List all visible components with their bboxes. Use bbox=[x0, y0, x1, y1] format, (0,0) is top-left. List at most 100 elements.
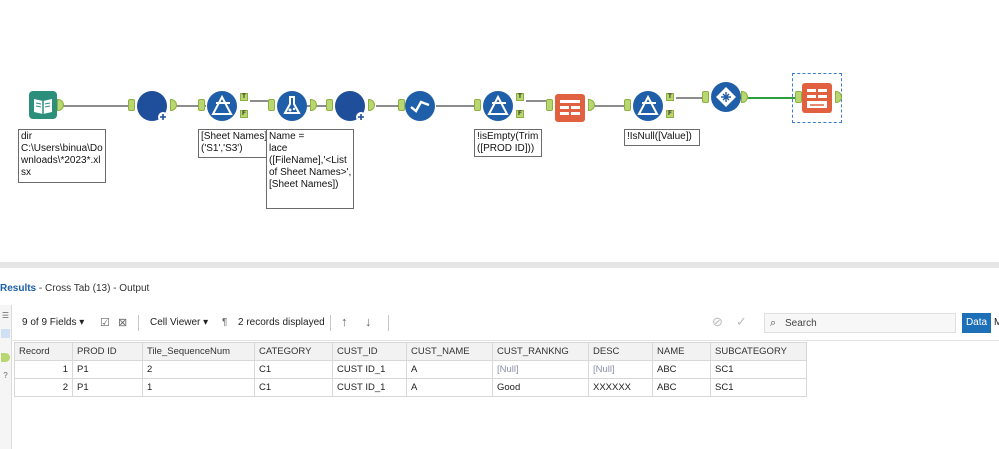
arrow-down-icon[interactable]: ↓ bbox=[365, 314, 372, 329]
table-cell[interactable]: CUST ID_1 bbox=[332, 360, 407, 379]
input-annotation[interactable]: dir C:\Users\binua\Do wnloads\*2023*.xl … bbox=[18, 129, 106, 183]
false-anchor[interactable]: F bbox=[240, 110, 248, 118]
workflow-canvas[interactable]: T F [Sheet Names] IN ('S1','S3') Name = … bbox=[0, 0, 999, 262]
append-fields-tool[interactable] bbox=[136, 90, 168, 122]
data-tab-button[interactable]: Data bbox=[962, 313, 991, 333]
menu-icon[interactable]: ☰ bbox=[1, 311, 10, 320]
fields-label: 9 of 9 Fields bbox=[22, 317, 77, 328]
column-header[interactable]: CUST_ID bbox=[332, 342, 407, 361]
table-cell[interactable]: 1 bbox=[14, 360, 73, 379]
select-tool[interactable] bbox=[404, 90, 436, 122]
column-header[interactable]: CUST_NAME bbox=[406, 342, 493, 361]
pilcrow-icon[interactable]: ¶ bbox=[222, 317, 227, 328]
output-anchor[interactable] bbox=[57, 99, 64, 111]
column-header[interactable]: Record bbox=[14, 342, 73, 361]
table-cell[interactable]: A bbox=[406, 378, 493, 397]
append-fields-tool-2[interactable] bbox=[334, 90, 366, 122]
column-header[interactable]: CATEGORY bbox=[254, 342, 333, 361]
column-header[interactable]: DESC bbox=[588, 342, 653, 361]
connector bbox=[60, 105, 130, 107]
metadata-tab-button[interactable]: M bbox=[994, 313, 999, 333]
input-anchor[interactable] bbox=[702, 91, 709, 103]
output-anchor-icon[interactable] bbox=[1, 353, 10, 362]
false-anchor[interactable]: F bbox=[666, 110, 674, 118]
selected-connector[interactable] bbox=[740, 97, 798, 99]
input-anchor[interactable] bbox=[326, 99, 333, 111]
input-anchor[interactable] bbox=[128, 99, 135, 111]
arrow-up-icon[interactable]: ↑ bbox=[341, 314, 348, 329]
column-header[interactable]: Tile_SequenceNum bbox=[142, 342, 255, 361]
column-header[interactable]: PROD ID bbox=[72, 342, 143, 361]
table-cell[interactable]: [Null] bbox=[492, 360, 589, 379]
input-anchor[interactable] bbox=[546, 99, 553, 111]
output-anchor[interactable] bbox=[835, 91, 842, 103]
table-cell[interactable]: 1 bbox=[142, 378, 255, 397]
output-anchor[interactable] bbox=[170, 99, 177, 111]
append-fields-icon bbox=[335, 91, 366, 122]
table-cell[interactable]: XXXXXX bbox=[588, 378, 653, 397]
table-cell[interactable]: SC1 bbox=[710, 378, 807, 397]
column-header[interactable]: SUBCATEGORY bbox=[710, 342, 807, 361]
filter-3-annotation[interactable]: !IsNull([Value]) bbox=[624, 129, 700, 146]
table-cell[interactable]: CUST ID_1 bbox=[332, 378, 407, 397]
table-cell[interactable]: C1 bbox=[254, 360, 333, 379]
fields-dropdown[interactable]: 9 of 9 Fields ▾ bbox=[22, 317, 84, 328]
filter-tool-2[interactable] bbox=[482, 90, 514, 122]
edit-check-icon[interactable]: ☑ bbox=[100, 316, 110, 329]
output-anchor[interactable] bbox=[588, 99, 595, 111]
formula-flask-icon bbox=[277, 91, 307, 121]
input-anchor[interactable] bbox=[198, 99, 205, 111]
output-anchor[interactable] bbox=[310, 99, 317, 111]
filter-1-annotation[interactable]: [Sheet Names] IN ('S1','S3') bbox=[198, 129, 280, 158]
pane-divider[interactable] bbox=[0, 262, 999, 268]
filter-tool-3[interactable] bbox=[632, 90, 664, 122]
toolbar-separator bbox=[330, 315, 331, 331]
true-anchor[interactable]: T bbox=[240, 93, 248, 101]
records-displayed: 2 records displayed bbox=[238, 317, 325, 328]
output-anchor[interactable] bbox=[741, 91, 748, 103]
output-anchor[interactable] bbox=[368, 99, 375, 111]
table-cell[interactable]: P1 bbox=[72, 360, 143, 379]
filter-2-annotation[interactable]: !isEmpty(Trim ([PROD ID])) bbox=[474, 129, 542, 157]
cross-tab-tool-selected[interactable] bbox=[792, 73, 842, 123]
table-row[interactable]: 2 P1 1 C1 CUST ID_1 A Good XXXXXX ABC SC… bbox=[14, 378, 807, 397]
clear-icon[interactable]: ⊠ bbox=[118, 316, 127, 329]
connector bbox=[592, 105, 628, 107]
table-cell[interactable]: P1 bbox=[72, 378, 143, 397]
formula-tool[interactable] bbox=[276, 90, 308, 122]
help-icon[interactable]: ? bbox=[1, 371, 10, 380]
filter-tool-1[interactable] bbox=[206, 90, 238, 122]
input-anchor[interactable] bbox=[624, 99, 631, 111]
table-cell[interactable]: ABC bbox=[652, 378, 711, 397]
table-cell[interactable]: ABC bbox=[652, 360, 711, 379]
formula-annotation[interactable]: Name = lace ([FileName],'<List of Sheet … bbox=[266, 129, 354, 209]
directory-input-tool[interactable] bbox=[28, 90, 58, 120]
column-header[interactable]: CUST_RANKNG bbox=[492, 342, 589, 361]
table-cell[interactable]: C1 bbox=[254, 378, 333, 397]
table-view-icon[interactable] bbox=[1, 329, 10, 338]
false-anchor[interactable]: F bbox=[516, 110, 524, 118]
input-anchor[interactable] bbox=[474, 99, 481, 111]
apply-check-icon[interactable]: ✓ bbox=[736, 314, 747, 330]
results-title: Results - Cross Tab (13) - Output bbox=[0, 283, 149, 294]
results-toolbar: 9 of 9 Fields ▾ ☑ ⊠ Cell Viewer ▾ ¶ 2 re… bbox=[12, 305, 999, 341]
results-title-prefix: Results bbox=[0, 283, 37, 294]
column-header[interactable]: NAME bbox=[652, 342, 711, 361]
table-cell[interactable]: [Null] bbox=[588, 360, 653, 379]
table-cell[interactable]: SC1 bbox=[710, 360, 807, 379]
table-cell[interactable]: Good bbox=[492, 378, 589, 397]
true-anchor[interactable]: T bbox=[666, 93, 674, 101]
table-cell[interactable]: A bbox=[406, 360, 493, 379]
text-to-columns-icon bbox=[555, 94, 585, 122]
results-side-toolbar: ☰ ? bbox=[0, 305, 12, 449]
cancel-icon[interactable]: ⊘ bbox=[712, 314, 723, 330]
cell-viewer-dropdown[interactable]: Cell Viewer ▾ bbox=[150, 317, 208, 328]
transpose-tool[interactable] bbox=[710, 81, 742, 113]
table-row[interactable]: 1 P1 2 C1 CUST ID_1 A [Null] [Null] ABC … bbox=[14, 360, 807, 379]
search-input[interactable]: ⌕ Search bbox=[764, 313, 956, 333]
table-cell[interactable]: 2 bbox=[142, 360, 255, 379]
true-anchor[interactable]: T bbox=[516, 93, 524, 101]
text-to-columns-tool[interactable] bbox=[554, 93, 586, 123]
table-cell[interactable]: 2 bbox=[14, 378, 73, 397]
input-anchor[interactable] bbox=[268, 99, 275, 111]
